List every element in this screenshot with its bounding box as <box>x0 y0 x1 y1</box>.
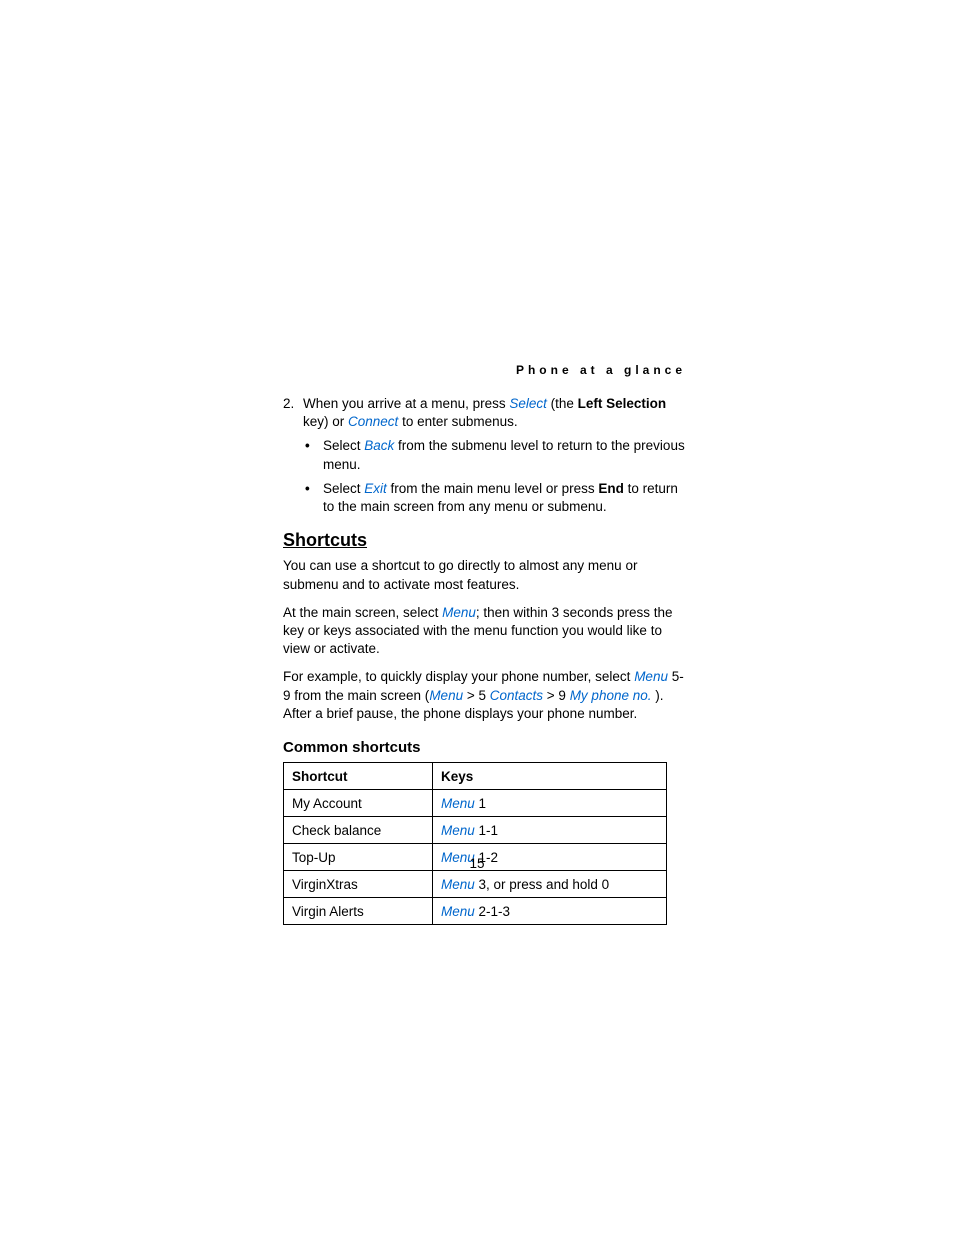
text: from the main menu level or press <box>387 481 599 496</box>
select-link[interactable]: Select <box>509 396 547 411</box>
shortcut-cell: My Account <box>284 790 433 817</box>
keys-cell: Menu 1 <box>433 790 667 817</box>
text: 1-1 <box>475 823 498 838</box>
paragraph: At the main screen, select Menu; then wi… <box>283 604 688 659</box>
text: 3, or press and hold 0 <box>475 877 609 892</box>
text: Select <box>323 438 364 453</box>
paragraph: For example, to quickly display your pho… <box>283 668 688 723</box>
menu-link[interactable]: Menu <box>429 688 463 703</box>
menu-link[interactable]: Menu <box>441 904 475 919</box>
page: Phone at a glance 2. When you arrive at … <box>0 0 954 1235</box>
shortcut-cell: VirginXtras <box>284 871 433 898</box>
text: > 9 <box>543 688 570 703</box>
common-shortcuts-heading: Common shortcuts <box>283 739 688 756</box>
shortcuts-heading: Shortcuts <box>283 530 688 551</box>
keys-cell: Menu 3, or press and hold 0 <box>433 871 667 898</box>
list-item: • Select Exit from the main menu level o… <box>305 480 688 516</box>
running-header: Phone at a glance <box>283 363 688 377</box>
keys-cell: Menu 2-1-3 <box>433 898 667 925</box>
menu-link[interactable]: Menu <box>442 605 476 620</box>
step-2: 2. When you arrive at a menu, press Sele… <box>283 395 688 431</box>
step-body: When you arrive at a menu, press Select … <box>303 395 688 431</box>
bullet-icon: • <box>305 480 323 516</box>
my-phone-no-link[interactable]: My phone no. <box>570 688 652 703</box>
text: 1 <box>475 796 486 811</box>
contacts-link[interactable]: Contacts <box>490 688 543 703</box>
keys-cell: Menu 1-1 <box>433 817 667 844</box>
exit-link[interactable]: Exit <box>364 481 387 496</box>
connect-link[interactable]: Connect <box>348 414 398 429</box>
back-link[interactable]: Back <box>364 438 394 453</box>
text: 2-1-3 <box>475 904 510 919</box>
table-row: My Account Menu 1 <box>284 790 667 817</box>
col-keys-header: Keys <box>433 763 667 790</box>
text: to enter submenus. <box>398 414 517 429</box>
shortcuts-table: Shortcut Keys My Account Menu 1 Check ba… <box>283 762 667 925</box>
text: At the main screen, select <box>283 605 442 620</box>
text: For example, to quickly display your pho… <box>283 669 634 684</box>
table-row: Check balance Menu 1-1 <box>284 817 667 844</box>
shortcut-cell: Check balance <box>284 817 433 844</box>
text: Select <box>323 481 364 496</box>
list-item: • Select Back from the submenu level to … <box>305 437 688 473</box>
step-marker: 2. <box>283 395 303 431</box>
text: key) or <box>303 414 348 429</box>
menu-link[interactable]: Menu <box>634 669 668 684</box>
text: > 5 <box>463 688 490 703</box>
menu-link[interactable]: Menu <box>441 823 475 838</box>
text: (the <box>547 396 578 411</box>
page-number: 15 <box>0 856 954 871</box>
sub-bullets: • Select Back from the submenu level to … <box>305 437 688 516</box>
end-key: End <box>598 481 624 496</box>
table-row: Virgin Alerts Menu 2-1-3 <box>284 898 667 925</box>
left-selection-key: Left Selection <box>578 396 667 411</box>
table-header-row: Shortcut Keys <box>284 763 667 790</box>
paragraph: You can use a shortcut to go directly to… <box>283 557 688 593</box>
shortcut-cell: Virgin Alerts <box>284 898 433 925</box>
content-area: Phone at a glance 2. When you arrive at … <box>283 363 688 925</box>
menu-link[interactable]: Menu <box>441 796 475 811</box>
bullet-icon: • <box>305 437 323 473</box>
bullet-body: Select Back from the submenu level to re… <box>323 437 688 473</box>
bullet-body: Select Exit from the main menu level or … <box>323 480 688 516</box>
col-shortcut-header: Shortcut <box>284 763 433 790</box>
menu-link[interactable]: Menu <box>441 877 475 892</box>
table-row: VirginXtras Menu 3, or press and hold 0 <box>284 871 667 898</box>
text: When you arrive at a menu, press <box>303 396 509 411</box>
